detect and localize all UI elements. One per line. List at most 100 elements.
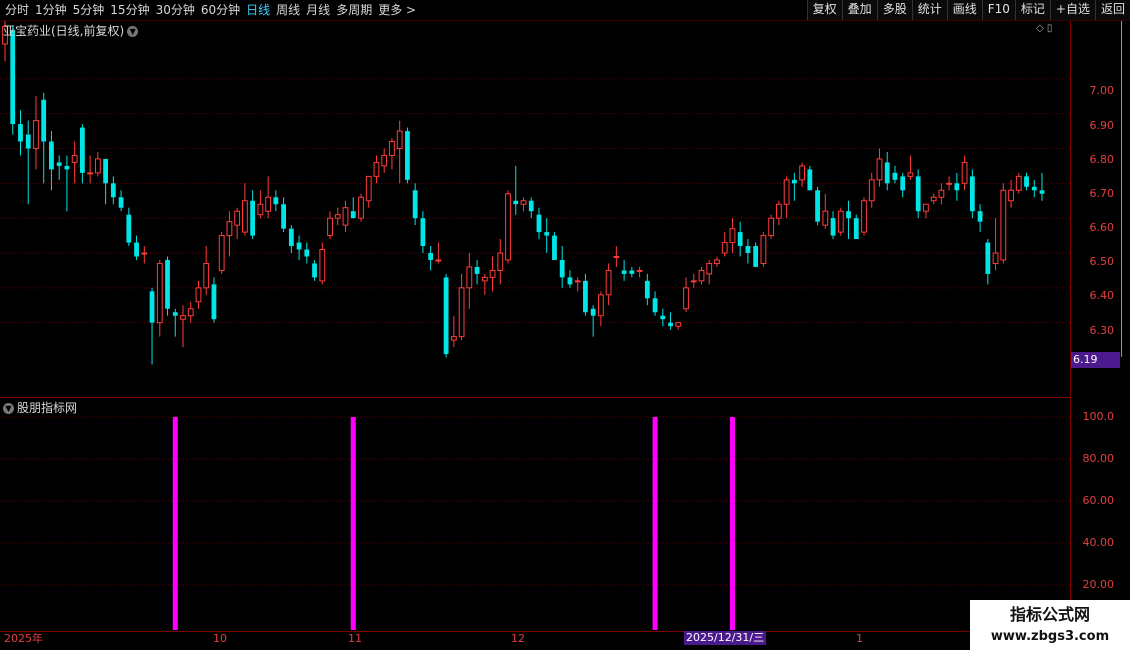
indicator-panel[interactable] (0, 397, 1071, 630)
tab-monthly[interactable]: 月线 (303, 0, 333, 20)
candle-body-up (497, 252, 504, 271)
candle-body-down (41, 99, 47, 142)
toolbar-right-buttons: 复权 叠加 多股 统计 画线 F10 标记 +自选 返回 (806, 0, 1130, 20)
multi-stock-button[interactable]: 多股 (876, 0, 912, 20)
y-tick-label: 6.80 (1089, 153, 1115, 166)
signal-bar (350, 417, 356, 630)
candle-body-down (528, 200, 534, 212)
date-label: 2025年 (4, 632, 43, 645)
tab-daily[interactable]: 日线 (243, 0, 273, 20)
indicator-chart[interactable] (0, 397, 1070, 630)
f10-button[interactable]: F10 (981, 0, 1015, 20)
candle-body-down (312, 263, 317, 278)
add-watchlist-button[interactable]: +自选 (1049, 0, 1095, 20)
candle-body-down (288, 228, 294, 247)
candle-body-up (574, 280, 581, 283)
candle-body-down (513, 200, 519, 205)
draw-line-button[interactable]: 画线 (946, 0, 982, 20)
candle-body-up (489, 269, 496, 278)
panel-controls[interactable]: ◇ ▯ (1036, 23, 1052, 34)
candle-body-up (94, 158, 101, 174)
candle-body-up (946, 182, 953, 185)
signal-bar (172, 417, 178, 630)
candle-body-down (644, 280, 650, 299)
candle-body-down (590, 308, 596, 316)
y-tick-label: 6.50 (1089, 255, 1115, 268)
date-label: 12 (511, 632, 525, 645)
tab-multi-period[interactable]: 多周期 (333, 0, 375, 20)
candle-body-up (907, 172, 914, 177)
candle-body-down (273, 197, 279, 205)
adjust-button[interactable]: 复权 (806, 0, 842, 20)
candle-body-up (319, 249, 326, 282)
stock-title: 亚宝药业(日线,前复权) (3, 24, 125, 38)
price-cursor-tag: 6.19 (1071, 352, 1120, 368)
candle-body-up (783, 179, 790, 205)
ind-tick-label: 100.0 (1082, 410, 1115, 423)
period-tabs: 分时 1分钟 5分钟 15分钟 30分钟 60分钟 日线 周线 月线 多周期 更… (2, 0, 419, 20)
ind-tick-label: 60.00 (1082, 494, 1115, 507)
watermark: 指标公式网 www.zbgs3.com (970, 600, 1130, 650)
side-info-strip: │ │ │ │ │ │ │ │ │ │ │ │ │ │ │ │ │ │ │ │ │ │ │ │ (1118, 21, 1126, 357)
tab-1min[interactable]: 1分钟 (32, 0, 70, 20)
date-label: 1 (856, 632, 863, 645)
candle-body-up (729, 228, 736, 244)
ind-tick-label: 80.00 (1082, 452, 1115, 465)
candle-body-up (257, 203, 264, 216)
candle-body-up (389, 141, 395, 156)
candle-body-up (218, 235, 225, 271)
overlay-button[interactable]: 叠加 (841, 0, 877, 20)
candlestick-chart[interactable] (0, 21, 1070, 397)
candle-body-down (791, 179, 797, 184)
candle-body-down (954, 183, 960, 191)
candle-body-up (698, 269, 705, 282)
price-chart-panel[interactable] (0, 21, 1071, 398)
stats-button[interactable]: 统计 (911, 0, 947, 20)
tab-fenshi[interactable]: 分时 (2, 0, 32, 20)
mark-button[interactable]: 标记 (1014, 0, 1050, 20)
candle-body-down (118, 197, 124, 208)
tab-15min[interactable]: 15分钟 (107, 0, 152, 20)
back-button[interactable]: 返回 (1094, 0, 1130, 20)
candle-body-down (79, 127, 85, 173)
y-tick-label: 6.90 (1089, 119, 1115, 132)
date-label: 11 (348, 632, 362, 645)
candle-body-down (629, 270, 635, 274)
chevron-down-icon[interactable]: ▼ (127, 26, 139, 37)
candle-body-down (915, 176, 921, 212)
tab-60min[interactable]: 60分钟 (198, 0, 243, 20)
candle-body-down (830, 218, 836, 236)
candle-body-up (358, 196, 364, 219)
candle-body-down (846, 211, 851, 219)
candle-body-down (172, 312, 178, 316)
candle-body-up (675, 322, 682, 327)
candle-body-up (605, 269, 612, 296)
candle-body-down (969, 176, 975, 212)
tab-5min[interactable]: 5分钟 (70, 0, 108, 20)
candle-body-down (420, 218, 426, 247)
candle-body-down (134, 242, 139, 257)
candle-body-down (304, 249, 310, 257)
candle-body-up (706, 262, 713, 275)
candle-body-down (25, 134, 31, 149)
tab-weekly[interactable]: 周线 (273, 0, 303, 20)
candle-body-up (265, 196, 272, 212)
candle-body-up (180, 315, 186, 320)
candle-body-down (567, 277, 573, 285)
candle-body-up (961, 161, 968, 184)
tab-30min[interactable]: 30分钟 (153, 0, 198, 20)
candle-body-up (861, 200, 867, 233)
candle-body-down (1024, 176, 1029, 187)
candle-body-up (435, 259, 442, 262)
candle-body-up (636, 269, 643, 272)
candle-body-down (149, 291, 155, 323)
chevron-down-icon[interactable]: ▼ (3, 403, 14, 414)
candle-body-down (56, 162, 62, 166)
candle-body-up (992, 252, 999, 264)
candle-body-up (505, 193, 511, 261)
candle-body-up (721, 242, 728, 254)
tab-more[interactable]: 更多 > (375, 0, 419, 20)
candle-body-up (226, 221, 233, 237)
y-tick-label: 6.40 (1089, 289, 1115, 302)
signal-bar (652, 417, 658, 630)
